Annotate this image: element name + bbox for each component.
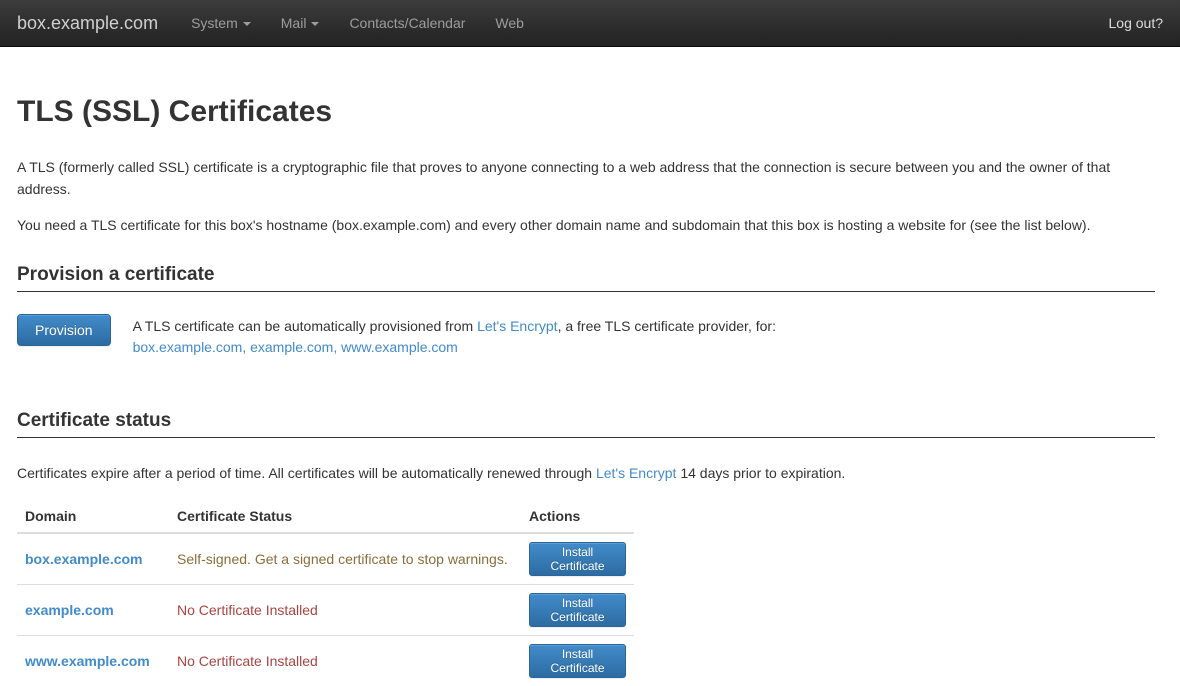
install-certificate-button[interactable]: Install Certificate	[529, 644, 626, 678]
lets-encrypt-link[interactable]: Let's Encrypt	[596, 465, 677, 481]
domain-link[interactable]: example.com	[25, 602, 114, 618]
chevron-down-icon	[311, 22, 319, 26]
certificate-status-text: No Certificate Installed	[177, 653, 318, 669]
provision-description: A TLS certificate can be automatically p…	[133, 316, 776, 337]
nav-item-contacts-calendar[interactable]: Contacts/Calendar	[334, 0, 480, 47]
install-certificate-button[interactable]: Install Certificate	[529, 542, 626, 576]
status-description: Certificates expire after a period of ti…	[17, 462, 1155, 484]
column-header-status: Certificate Status	[169, 500, 521, 533]
table-header-row: Domain Certificate Status Actions	[17, 500, 634, 533]
certificate-status-text: No Certificate Installed	[177, 602, 318, 618]
domain-link[interactable]: www.example.com	[25, 653, 150, 669]
top-navbar: box.example.com System Mail Contacts/Cal…	[0, 0, 1180, 47]
column-header-domain: Domain	[17, 500, 169, 533]
table-row: example.com No Certificate Installed Ins…	[17, 585, 634, 636]
column-header-actions: Actions	[521, 500, 634, 533]
lets-encrypt-link[interactable]: Let's Encrypt	[477, 318, 558, 334]
nav-item-mail[interactable]: Mail	[266, 0, 335, 47]
provision-domain-link[interactable]: example.com	[250, 339, 333, 355]
install-certificate-button[interactable]: Install Certificate	[529, 593, 626, 627]
navbar-menu: System Mail Contacts/Calendar Web	[176, 0, 539, 46]
provision-section-heading: Provision a certificate	[17, 264, 1155, 292]
domain-link[interactable]: box.example.com	[25, 551, 143, 567]
nav-item-web[interactable]: Web	[480, 0, 539, 47]
table-row: box.example.com Self-signed. Get a signe…	[17, 533, 634, 585]
navbar-brand[interactable]: box.example.com	[17, 0, 158, 47]
table-row: www.example.com No Certificate Installed…	[17, 636, 634, 686]
provision-domain-link[interactable]: www.example.com	[341, 339, 458, 355]
intro-paragraph-1: A TLS (formerly called SSL) certificate …	[17, 156, 1155, 200]
chevron-down-icon	[243, 22, 251, 26]
certificate-table: Domain Certificate Status Actions box.ex…	[17, 500, 634, 686]
main-content: TLS (SSL) Certificates A TLS (formerly c…	[0, 95, 1180, 686]
certificate-status-text: Self-signed. Get a signed certificate to…	[177, 551, 508, 567]
nav-item-system[interactable]: System	[176, 0, 266, 47]
intro-paragraph-2: You need a TLS certificate for this box'…	[17, 214, 1155, 236]
provision-row: Provision A TLS certificate can be autom…	[17, 314, 1155, 358]
provision-domain-link[interactable]: box.example.com	[133, 339, 243, 355]
page-title: TLS (SSL) Certificates	[17, 95, 1155, 128]
status-section-heading: Certificate status	[17, 410, 1155, 438]
provision-domains: box.example.com, example.com, www.exampl…	[133, 337, 776, 358]
provision-text: A TLS certificate can be automatically p…	[133, 314, 776, 358]
provision-button[interactable]: Provision	[17, 314, 111, 346]
logout-link[interactable]: Log out?	[1107, 0, 1166, 47]
